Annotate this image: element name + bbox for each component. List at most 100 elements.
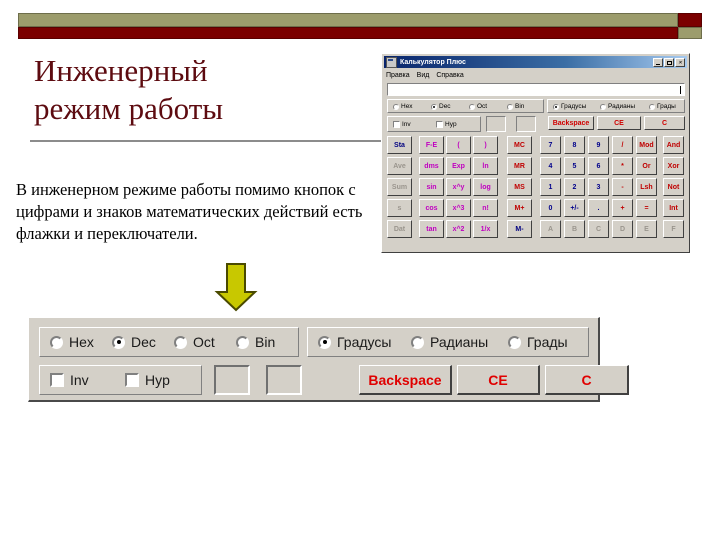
key-xpowy[interactable]: x^y bbox=[446, 178, 471, 196]
page-title-line-1: Инженерный bbox=[34, 53, 208, 88]
key-tan[interactable]: tan bbox=[419, 220, 444, 238]
key-fe[interactable]: F-E bbox=[419, 136, 444, 154]
key-mplus[interactable]: M+ bbox=[507, 199, 532, 217]
key-paren-open[interactable]: ( bbox=[446, 136, 471, 154]
key-dat[interactable]: Dat bbox=[387, 220, 412, 238]
key-sum[interactable]: Sum bbox=[387, 178, 412, 196]
calculator-titlebar[interactable]: Калькулятор Плюс ✕ bbox=[384, 56, 687, 68]
key-1[interactable]: 1 bbox=[540, 178, 561, 196]
key-hex-c[interactable]: C bbox=[588, 220, 609, 238]
key-mod[interactable]: Mod bbox=[636, 136, 657, 154]
key-6[interactable]: 6 bbox=[588, 157, 609, 175]
menu-item-help[interactable]: Справка bbox=[436, 72, 463, 79]
key-xsquared[interactable]: x^2 bbox=[446, 220, 471, 238]
key-5[interactable]: 5 bbox=[564, 157, 585, 175]
calculator-keypad[interactable]: Sta Ave Sum s Dat F-E dms sin cos tan ( … bbox=[387, 136, 686, 244]
calc-c-button[interactable]: C bbox=[644, 116, 685, 130]
key-hex-f[interactable]: F bbox=[663, 220, 684, 238]
zoom-radio-dec[interactable]: Dec bbox=[112, 334, 156, 350]
calc-backspace-button[interactable]: Backspace bbox=[548, 116, 594, 130]
zoom-checkbox-inv[interactable]: Inv bbox=[50, 372, 89, 388]
calc-checkbox-inv[interactable]: Inv bbox=[393, 121, 411, 128]
zoom-radio-grads[interactable]: Грады bbox=[508, 334, 568, 350]
key-log[interactable]: log bbox=[473, 178, 498, 196]
zoom-checkbox-hyp[interactable]: Hyp bbox=[125, 372, 170, 388]
zoom-backspace-button[interactable]: Backspace bbox=[359, 365, 452, 395]
key-4[interactable]: 4 bbox=[540, 157, 561, 175]
key-9[interactable]: 9 bbox=[588, 136, 609, 154]
calculator-display[interactable] bbox=[387, 83, 685, 96]
zoom-ce-button[interactable]: CE bbox=[457, 365, 540, 395]
key-equals[interactable]: = bbox=[636, 199, 657, 217]
calc-radio-hex[interactable]: Hex bbox=[393, 103, 413, 110]
minimize-button[interactable] bbox=[653, 57, 663, 67]
key-not[interactable]: Not bbox=[663, 178, 684, 196]
calc-checkbox-hyp[interactable]: Hyp bbox=[436, 121, 457, 128]
key-dms[interactable]: dms bbox=[419, 157, 444, 175]
calc-radio-bin[interactable]: Bin bbox=[507, 103, 524, 110]
key-decimal[interactable]: . bbox=[588, 199, 609, 217]
key-mr[interactable]: MR bbox=[507, 157, 532, 175]
zoom-modifiers-group: Inv Hyp bbox=[39, 365, 202, 395]
calc-radio-radians[interactable]: Радианы bbox=[600, 103, 635, 110]
key-hex-e[interactable]: E bbox=[636, 220, 657, 238]
calculator-modifiers-group: Inv Hyp bbox=[387, 116, 481, 132]
key-ms[interactable]: MS bbox=[507, 178, 532, 196]
zoom-radio-oct[interactable]: Oct bbox=[174, 334, 215, 350]
calc-ce-button[interactable]: CE bbox=[597, 116, 641, 130]
zoom-radio-hex[interactable]: Hex bbox=[50, 334, 94, 350]
calc-radio-dec[interactable]: Dec bbox=[431, 103, 451, 110]
zoom-radio-oct-label: Oct bbox=[193, 334, 215, 350]
calculator-window[interactable]: Калькулятор Плюс ✕ Правка Вид Справка He… bbox=[381, 53, 690, 253]
key-minus[interactable]: - bbox=[612, 178, 633, 196]
zoom-c-button[interactable]: C bbox=[545, 365, 629, 395]
calculator-menubar[interactable]: Правка Вид Справка bbox=[386, 70, 464, 81]
key-or[interactable]: Or bbox=[636, 157, 657, 175]
calc-checkbox-hyp-label: Hyp bbox=[445, 121, 457, 128]
key-hex-a[interactable]: A bbox=[540, 220, 561, 238]
zoom-angle-units-group: Градусы Радианы Грады bbox=[307, 327, 589, 357]
zoom-radio-degrees[interactable]: Градусы bbox=[318, 334, 391, 350]
calc-radio-degrees[interactable]: Градусы bbox=[553, 103, 586, 110]
key-hex-d[interactable]: D bbox=[612, 220, 633, 238]
key-mminus[interactable]: M- bbox=[507, 220, 532, 238]
key-paren-close[interactable]: ) bbox=[473, 136, 498, 154]
window-controls[interactable]: ✕ bbox=[653, 57, 685, 67]
menu-item-view[interactable]: Вид bbox=[417, 72, 430, 79]
zoom-radio-radians[interactable]: Радианы bbox=[411, 334, 488, 350]
key-multiply[interactable]: * bbox=[612, 157, 633, 175]
key-divide[interactable]: / bbox=[612, 136, 633, 154]
key-factorial[interactable]: n! bbox=[473, 199, 498, 217]
key-and[interactable]: And bbox=[663, 136, 684, 154]
key-plus[interactable]: + bbox=[612, 199, 633, 217]
key-hex-b[interactable]: B bbox=[564, 220, 585, 238]
key-int[interactable]: Int bbox=[663, 199, 684, 217]
title-divider bbox=[30, 140, 390, 142]
key-0[interactable]: 0 bbox=[540, 199, 561, 217]
key-3[interactable]: 3 bbox=[588, 178, 609, 196]
key-8[interactable]: 8 bbox=[564, 136, 585, 154]
maximize-button[interactable] bbox=[664, 57, 674, 67]
calc-checkbox-inv-label: Inv bbox=[402, 121, 411, 128]
key-sign[interactable]: +/- bbox=[564, 199, 585, 217]
calc-radio-grads[interactable]: Грады bbox=[649, 103, 676, 110]
key-xor[interactable]: Xor bbox=[663, 157, 684, 175]
key-sin[interactable]: sin bbox=[419, 178, 444, 196]
key-ln[interactable]: ln bbox=[473, 157, 498, 175]
key-xcubed[interactable]: x^3 bbox=[446, 199, 471, 217]
key-reciprocal[interactable]: 1/x bbox=[473, 220, 498, 238]
key-sta[interactable]: Sta bbox=[387, 136, 412, 154]
key-7[interactable]: 7 bbox=[540, 136, 561, 154]
key-exp[interactable]: Exp bbox=[446, 157, 471, 175]
key-lsh[interactable]: Lsh bbox=[636, 178, 657, 196]
calc-radio-oct[interactable]: Oct bbox=[469, 103, 487, 110]
calc-indicator-box-2 bbox=[516, 116, 536, 132]
key-2[interactable]: 2 bbox=[564, 178, 585, 196]
key-cos[interactable]: cos bbox=[419, 199, 444, 217]
menu-item-edit[interactable]: Правка bbox=[386, 72, 410, 79]
close-button[interactable]: ✕ bbox=[675, 57, 685, 67]
key-ave[interactable]: Ave bbox=[387, 157, 412, 175]
key-mc[interactable]: MC bbox=[507, 136, 532, 154]
key-s[interactable]: s bbox=[387, 199, 412, 217]
zoom-radio-bin[interactable]: Bin bbox=[236, 334, 275, 350]
